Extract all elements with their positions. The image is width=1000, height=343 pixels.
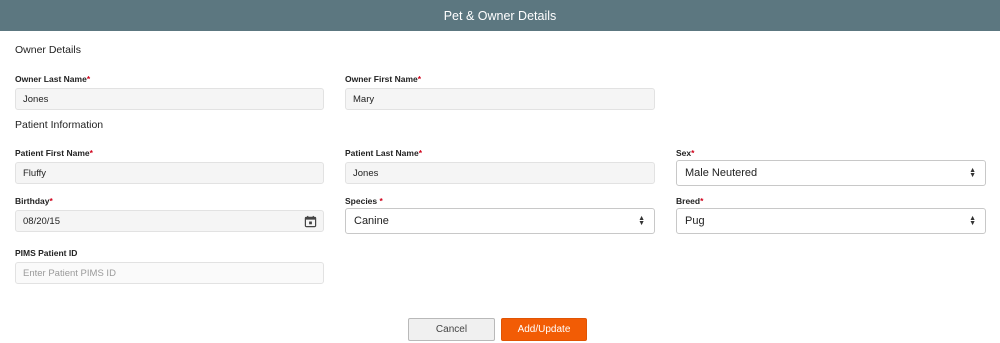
patient-first-name-input[interactable]: Fluffy (15, 162, 324, 184)
sex-select[interactable]: Male Neutered ▲ ▼ (676, 160, 986, 186)
owner-first-name-label: Owner First Name* (345, 74, 422, 84)
breed-select[interactable]: Pug ▲ ▼ (676, 208, 986, 234)
calendar-icon[interactable] (304, 215, 317, 228)
species-select[interactable]: Canine ▲ ▼ (345, 208, 655, 234)
select-caret-icon: ▲ ▼ (969, 167, 976, 179)
owner-first-name-input[interactable]: Mary (345, 88, 655, 110)
species-label: Species * (345, 196, 383, 206)
add-update-button[interactable]: Add/Update (501, 318, 587, 341)
owner-last-name-label: Owner Last Name* (15, 74, 91, 84)
patient-last-name-input[interactable]: Jones (345, 162, 655, 184)
modal-header: Pet & Owner Details (0, 0, 1000, 31)
pims-id-label: PIMS Patient ID (15, 248, 78, 258)
birthday-label: Birthday* (15, 196, 53, 206)
sex-label: Sex* (676, 148, 695, 158)
cancel-button[interactable]: Cancel (408, 318, 495, 341)
modal-title: Pet & Owner Details (443, 8, 557, 23)
birthday-input[interactable]: 08/20/15 (15, 210, 324, 232)
owner-section-title: Owner Details (15, 44, 81, 56)
patient-last-name-label: Patient Last Name* (345, 148, 423, 158)
pims-id-input[interactable]: Enter Patient PIMS ID (15, 262, 324, 284)
patient-section-title: Patient Information (15, 119, 104, 131)
breed-label: Breed* (676, 196, 704, 206)
select-caret-icon: ▲ ▼ (969, 215, 976, 227)
select-caret-icon: ▲ ▼ (638, 215, 645, 227)
patient-first-name-label: Patient First Name* (15, 148, 93, 158)
owner-last-name-input[interactable]: Jones (15, 88, 324, 110)
